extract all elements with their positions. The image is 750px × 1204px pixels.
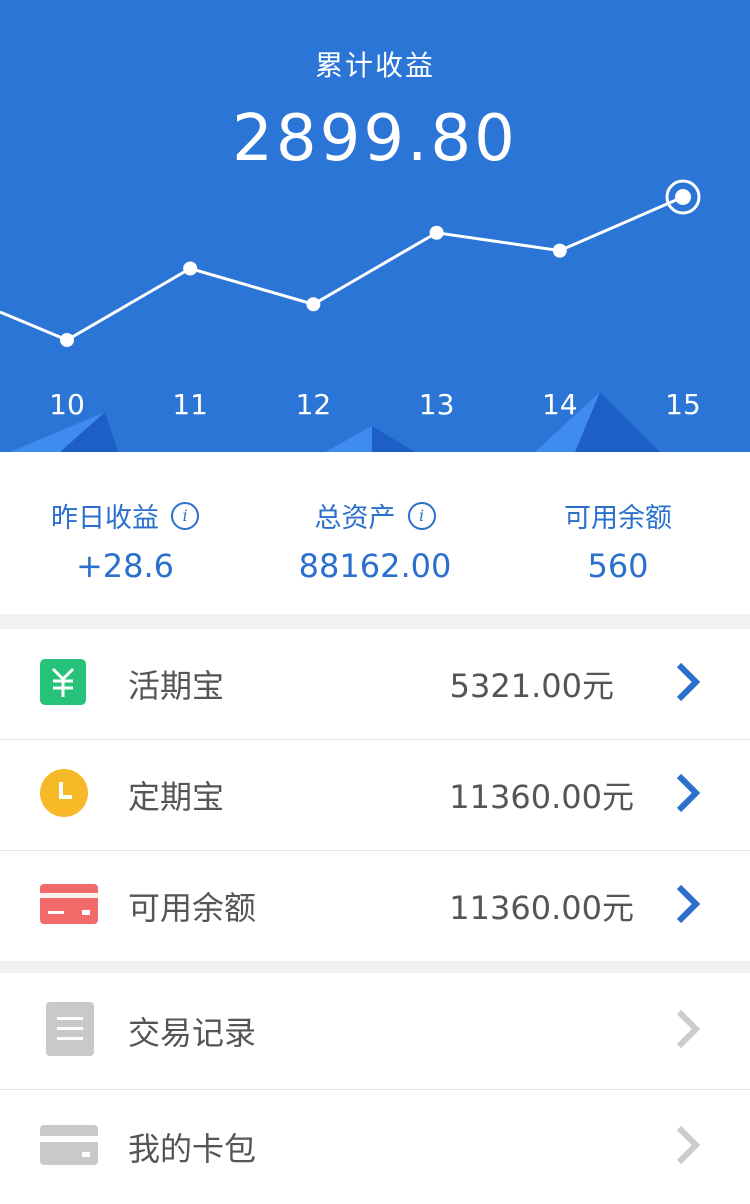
stat-value: 560 — [587, 547, 649, 585]
earnings-chart — [0, 179, 701, 452]
data-point[interactable] — [552, 243, 567, 258]
x-tick-label: 15 — [665, 388, 701, 421]
row-value: 11360.00元 — [449, 889, 634, 927]
chevron-right-icon[interactable] — [674, 884, 702, 928]
x-tick-label: 13 — [418, 388, 455, 421]
row-label: 定期宝 — [128, 778, 225, 816]
earnings-header: 累计收益 2899.80 10 11 12 13 14 15 — [0, 0, 750, 452]
links-list: 交易记录 我的卡包 — [0, 973, 750, 1204]
chevron-right-icon[interactable] — [674, 662, 702, 706]
stat-value: 88162.00 — [298, 547, 452, 585]
x-tick-label: 12 — [295, 388, 332, 421]
accounts-list: 活期宝 5321.00元 定期宝 11360.00元 可用余额 11360.00… — [0, 629, 750, 961]
row-label: 我的卡包 — [128, 1130, 257, 1168]
row-label: 活期宝 — [128, 667, 225, 705]
x-tick-label: 10 — [49, 388, 85, 421]
row-label: 交易记录 — [128, 1014, 257, 1052]
credit-card-icon — [40, 884, 98, 928]
x-tick-label: 11 — [172, 388, 208, 421]
row-value: 11360.00元 — [449, 778, 634, 816]
data-point[interactable] — [60, 333, 74, 347]
row-value: 5321.00元 — [449, 667, 614, 705]
stat-yesterday-earnings: 昨日收益 i +28.6 — [0, 496, 250, 585]
link-row-card-wallet[interactable]: 我的卡包 — [0, 1090, 750, 1204]
yuan-icon — [40, 659, 86, 709]
account-row-fixed[interactable]: 定期宝 11360.00元 — [0, 740, 750, 851]
data-point[interactable] — [429, 225, 444, 240]
row-label: 可用余额 — [128, 889, 257, 927]
series-line — [66, 195, 684, 342]
stat-available-balance: 可用余额 560 — [493, 496, 743, 585]
x-tick-label: 14 — [541, 388, 578, 421]
clock-icon — [40, 769, 88, 821]
info-icon[interactable]: i — [171, 501, 199, 530]
data-point[interactable] — [183, 261, 198, 276]
chevron-right-icon[interactable] — [674, 773, 702, 817]
account-row-balance[interactable]: 可用余额 11360.00元 — [0, 851, 750, 961]
stat-label: 总资产 — [314, 503, 396, 534]
summary-stats: 昨日收益 i +28.6 总资产 i 88162.00 可用余额 560 — [0, 452, 750, 614]
stat-value: +28.6 — [75, 547, 175, 585]
data-point[interactable] — [675, 189, 691, 205]
stat-label: 昨日收益 — [51, 503, 159, 534]
link-row-transactions[interactable]: 交易记录 — [0, 973, 750, 1090]
document-icon — [46, 1002, 94, 1060]
stat-total-assets: 总资产 i 88162.00 — [250, 496, 500, 585]
card-wallet-icon — [40, 1125, 98, 1169]
chevron-right-icon[interactable] — [674, 1009, 702, 1053]
info-icon[interactable]: i — [407, 501, 436, 530]
stat-label: 可用余额 — [564, 503, 672, 534]
series-line-lead — [0, 310, 68, 342]
account-row-current[interactable]: 活期宝 5321.00元 — [0, 629, 750, 740]
chevron-right-icon[interactable] — [674, 1125, 702, 1169]
data-point[interactable] — [306, 297, 321, 312]
